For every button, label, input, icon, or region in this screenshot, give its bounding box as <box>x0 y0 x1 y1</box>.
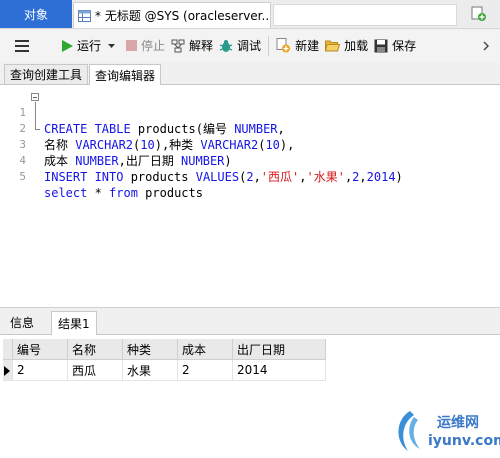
code-token: 2 <box>246 170 254 184</box>
explain-button[interactable]: 解释 <box>168 34 216 58</box>
column-header[interactable]: 编号 <box>12 339 68 360</box>
tab-objects[interactable]: 对象 <box>0 0 72 28</box>
debug-label: 调试 <box>237 39 262 53</box>
table-cell[interactable]: 水果 <box>122 359 178 381</box>
new-query-icon <box>471 6 486 21</box>
tab-messages[interactable]: 信息 <box>4 311 40 334</box>
table-cell[interactable]: 西瓜 <box>67 359 123 381</box>
row-pointer <box>3 359 13 381</box>
play-icon <box>62 39 73 52</box>
code-token: , <box>253 170 261 184</box>
code-token: , <box>359 170 367 184</box>
caret-down-icon <box>108 43 116 48</box>
explain-icon <box>171 39 185 52</box>
code-token: '西瓜' <box>260 170 300 184</box>
chevron-right-icon <box>483 41 489 50</box>
code-line: 2 名称 VARCHAR2(10),种类 VARCHAR2(10), <box>0 105 500 152</box>
code-token: INSERT INTO <box>44 170 124 184</box>
code-token: VALUES <box>195 170 240 184</box>
code-line: 4 INSERT INTO products VALUES(2,'西瓜','水果… <box>0 137 500 184</box>
code-token: '水果' <box>306 170 345 184</box>
explain-label: 解释 <box>189 39 214 53</box>
stop-label: 停止 <box>141 39 166 53</box>
tab-result-1[interactable]: 结果1 <box>51 311 97 335</box>
toolbar: 运行 停止 解释 调试 新建 加载 保存 <box>0 29 500 62</box>
new-label: 新建 <box>295 39 320 53</box>
table-cell[interactable]: 2 <box>12 359 68 381</box>
menu-button[interactable] <box>12 34 36 58</box>
column-header[interactable]: 出厂日期 <box>232 339 326 360</box>
new-query-icon <box>276 38 291 53</box>
tab-query-builder[interactable]: 查询创建工具 <box>4 64 89 84</box>
watermark-text-cn: 运维网 <box>437 415 479 431</box>
code-token: products <box>123 170 196 184</box>
hamburger-menu-icon <box>15 39 29 52</box>
tab-untitled-query[interactable]: * 无标题 @SYS (oracleserver... <box>73 2 271 28</box>
run-label: 运行 <box>77 39 102 53</box>
sql-editor[interactable]: 1 CREATE TABLE products(编号 NUMBER, 2 名称 … <box>0 85 500 308</box>
new-query-tab-button[interactable] <box>462 2 496 26</box>
code-token: 2014 <box>366 170 396 184</box>
toolbar-overflow-button[interactable] <box>480 34 496 58</box>
load-button[interactable]: 加载 <box>322 34 371 58</box>
debug-button[interactable]: 调试 <box>216 34 264 58</box>
column-header[interactable]: 种类 <box>122 339 178 360</box>
table-cell[interactable]: 2 <box>177 359 233 381</box>
folder-open-icon <box>325 40 341 52</box>
new-button[interactable]: 新建 <box>273 34 322 58</box>
run-button[interactable]: 运行 <box>58 34 104 58</box>
code-line: 1 CREATE TABLE products(编号 NUMBER, <box>0 89 500 136</box>
code-line: 5 select * from products <box>0 153 500 200</box>
line-number: 5 <box>19 170 26 183</box>
code-text: select * from products <box>44 185 203 201</box>
stop-icon <box>126 40 138 51</box>
save-label: 保存 <box>392 39 417 53</box>
result-grid: 编号 名称 种类 成本 出厂日期 2 西瓜 水果 2 2014 <box>3 339 326 381</box>
result-tab-bar: 信息 结果1 <box>0 308 500 335</box>
save-button[interactable]: 保存 <box>371 34 419 58</box>
code-text: INSERT INTO products VALUES(2,'西瓜','水果',… <box>44 169 403 185</box>
tab-query-editor[interactable]: 查询编辑器 <box>89 64 162 85</box>
tab-bar-empty-area <box>273 4 457 26</box>
tab-untitled-label: * 无标题 @SYS (oracleserver... <box>95 9 271 23</box>
stop-button[interactable]: 停止 <box>123 34 168 58</box>
code-token: ) <box>395 170 403 184</box>
watermark-text-domain: iyunv.com <box>428 433 500 449</box>
table-row[interactable]: 2 西瓜 水果 2 2014 <box>3 359 326 381</box>
top-tab-bar: 对象 * 无标题 @SYS (oracleserver... <box>0 0 500 29</box>
toolbar-divider <box>268 35 270 56</box>
column-header[interactable]: 成本 <box>177 339 233 360</box>
run-dropdown-button[interactable] <box>104 34 123 58</box>
table-cell[interactable]: 2014 <box>232 359 326 381</box>
editor-tab-bar: 查询创建工具 查询编辑器 <box>0 62 500 85</box>
code-line: 3 成本 NUMBER,出厂日期 NUMBER) <box>0 121 500 168</box>
code-token: products <box>137 186 203 200</box>
code-token: from <box>109 186 138 200</box>
current-row-arrow-icon <box>4 365 10 376</box>
column-header[interactable]: 名称 <box>67 339 123 360</box>
save-disk-icon <box>374 39 388 52</box>
load-label: 加载 <box>344 39 369 53</box>
grid-header-row: 编号 名称 种类 成本 出厂日期 <box>3 339 326 360</box>
debug-icon <box>219 39 233 52</box>
table-icon <box>78 9 91 22</box>
code-token: select <box>44 186 88 200</box>
row-header-corner <box>3 339 13 360</box>
code-token: * <box>87 186 110 200</box>
